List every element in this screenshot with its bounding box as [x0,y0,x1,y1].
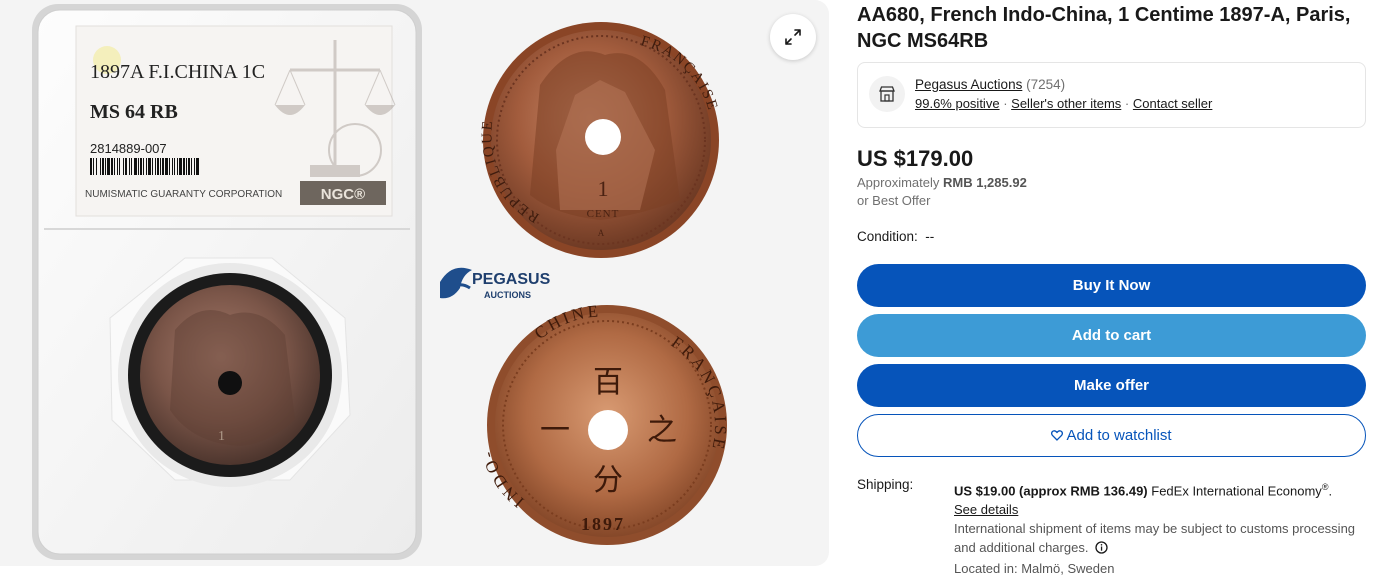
expand-image-button[interactable] [770,14,816,60]
seller-feedback-count: (7254) [1026,77,1066,92]
buy-it-now-button[interactable]: Buy It Now [857,264,1366,307]
store-icon-badge [869,76,905,112]
seller-name-link[interactable]: Pegasus Auctions [915,77,1022,92]
reverse-char-left: 一 [540,413,570,448]
store-icon [879,86,895,102]
add-to-watchlist-label: Add to watchlist [1066,427,1172,444]
item-location: Located in: Malmö, Sweden [954,561,1115,575]
pegasus-logo-sub: AUCTIONS [484,290,531,300]
condition-field: Condition: -- [857,229,935,244]
shipping-label: Shipping: [857,477,914,492]
shipping-cost: US $19.00 (approx RMB 136.49) [954,483,1148,499]
pegasus-logo-name: PEGASUS [472,271,551,288]
coin-photo: 1897A F.I.CHINA 1C MS 64 RB 2814889-007 … [32,4,727,560]
separator: · [1003,96,1008,111]
separator: · [1124,96,1130,111]
heart-icon [1051,430,1064,441]
shipping-service-mark: ® [1321,482,1329,492]
reverse-char-right: 之 [647,413,677,448]
image-gallery[interactable]: 1897A F.I.CHINA 1C MS 64 RB 2814889-007 … [0,0,829,566]
shipping-cost-line: US $19.00 (approx RMB 136.49) FedEx Inte… [954,482,1333,499]
info-icon[interactable] [1095,540,1108,559]
pegasus-auctions-logo: PEGASUS AUCTIONS [440,267,551,300]
shipping-service: FedEx International Economy [1151,483,1322,499]
approx-value: RMB 1,285.92 [943,175,1027,190]
expand-arrows-icon [785,29,801,45]
add-to-cart-button[interactable]: Add to cart [857,314,1366,357]
grader-name: NUMISMATIC GUARANTY CORPORATION [85,189,282,200]
seller-name-line: Pegasus Auctions (7254) [915,77,1065,92]
shipping-details: US $19.00 (approx RMB 136.49) FedEx Inte… [954,478,1366,575]
svg-text:1: 1 [218,429,225,444]
reverse-char-top: 百 [593,365,623,400]
add-to-watchlist-button[interactable]: Add to watchlist [857,414,1366,457]
item-price: US $179.00 [857,146,974,171]
reverse-year: 1897 [581,514,625,534]
seller-links-line: 99.6% positive · Seller's other items · … [915,96,1212,111]
see-details-link[interactable]: See details [954,502,1018,517]
obverse-center-hole [585,119,621,155]
seller-other-items-link[interactable]: Seller's other items [1011,96,1121,111]
make-offer-button[interactable]: Make offer [857,364,1366,407]
reverse-char-bottom: 分 [593,463,623,498]
seller-positive-link[interactable]: 99.6% positive [915,96,1000,111]
approx-price: Approximately RMB 1,285.92 [857,175,1027,190]
ngc-logo-text: NGC® [321,186,365,203]
obverse-mint-mark: A [598,228,605,238]
approx-prefix: Approximately [857,175,940,190]
contact-seller-link[interactable]: Contact seller [1133,96,1212,111]
best-offer-note: or Best Offer [857,193,931,208]
seller-card: Pegasus Auctions (7254) 99.6% positive ·… [857,62,1366,128]
slab-label-line1: 1897A F.I.CHINA 1C [90,61,265,83]
slab-cert-number: 2814889-007 [90,141,167,156]
shipping-note: International shipment of items may be s… [954,519,1366,559]
reverse-center-hole [588,410,628,450]
obverse-denomination-word: CENT [587,208,620,220]
obverse-denomination: 1 [598,176,609,201]
item-title: AA680, French Indo-China, 1 Centime 1897… [857,4,1351,52]
slab-grade: MS 64 RB [90,101,178,123]
listing-details: AA680, French Indo-China, 1 Centime 1897… [857,0,1367,575]
